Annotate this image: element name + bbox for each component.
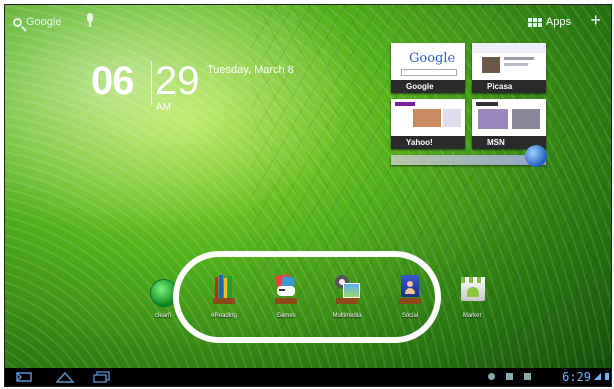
app-label: Market (462, 313, 482, 319)
status-time[interactable]: 6:29 (562, 370, 591, 384)
recent-apps-icon[interactable] (93, 371, 111, 383)
bookmark-thumb-msn[interactable]: MSN (472, 99, 546, 149)
clock-divider (151, 61, 152, 105)
search-icon (13, 17, 22, 27)
bookmark-thumb-yahoo[interactable]: Yahoo! (391, 99, 465, 149)
bookmark-thumb-partial[interactable] (391, 155, 546, 165)
voice-search-icon[interactable] (87, 13, 93, 27)
wifi-signal-icon (594, 373, 601, 380)
clock-minute: 29 (155, 59, 200, 103)
clock-date: Tuesday, March 8 (207, 64, 294, 76)
apps-grid-icon (527, 17, 542, 27)
thumb-label: Google (391, 80, 465, 93)
google-page-logo: Google (409, 51, 456, 66)
android-debug-icon (488, 373, 495, 380)
apps-button[interactable]: Apps (527, 16, 571, 28)
add-widget-icon[interactable]: + (590, 11, 601, 29)
highlight-ring (173, 251, 441, 343)
home-icon[interactable] (55, 371, 75, 383)
download-icon (524, 373, 531, 380)
back-icon[interactable] (15, 371, 33, 383)
bookmark-thumb-google[interactable]: Google Google (391, 43, 465, 93)
home-screen: Google Apps + 06 29 AM Tuesday, March 8 … (4, 4, 612, 387)
bookmark-thumb-picasa[interactable]: Picasa (472, 43, 546, 93)
system-bar: 6:29 (5, 368, 611, 386)
thumb-label: Yahoo! (391, 136, 465, 149)
google-search-button[interactable]: Google (13, 16, 61, 28)
battery-icon (605, 373, 609, 380)
mail-icon (506, 373, 513, 380)
clock-ampm: AM (156, 102, 171, 113)
market-icon (457, 275, 487, 305)
apps-label: Apps (545, 16, 571, 28)
thumb-label: Picasa (472, 80, 546, 93)
search-label: Google (26, 16, 62, 28)
globe-icon (525, 145, 547, 167)
clock-hour: 06 (91, 59, 134, 103)
